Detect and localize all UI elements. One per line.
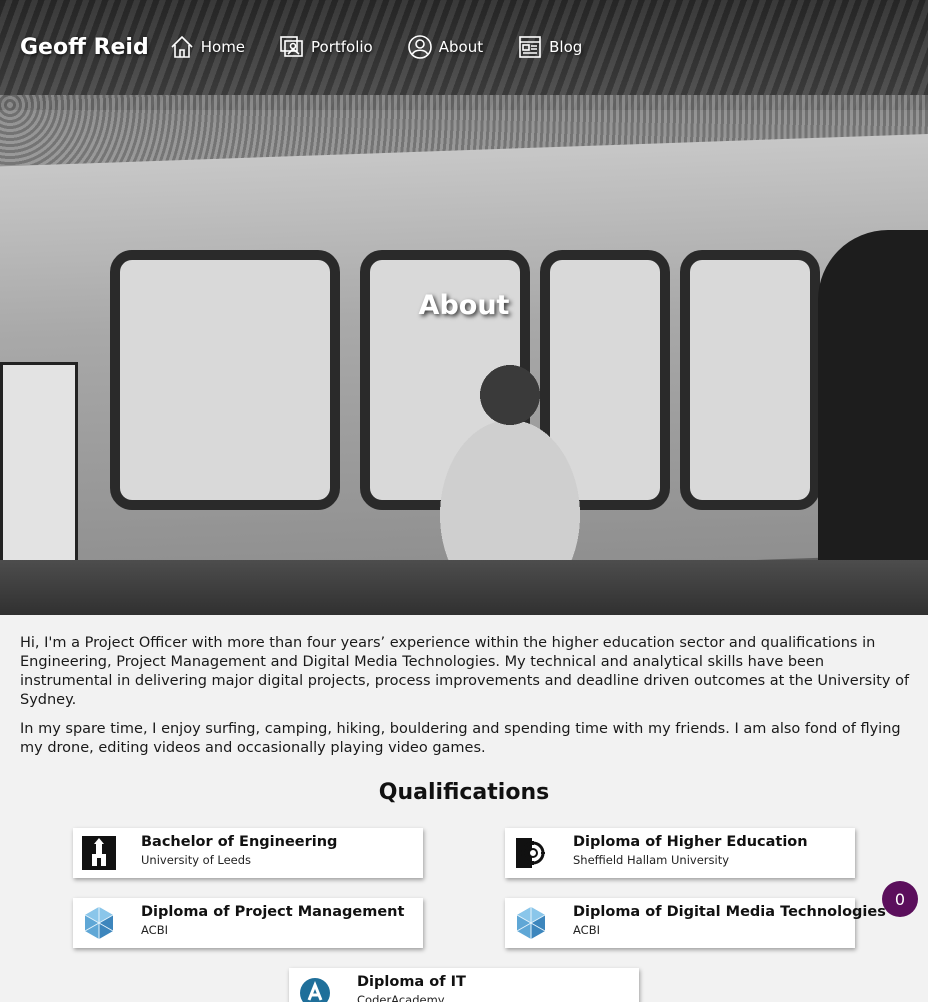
nav-item-label: About xyxy=(438,38,484,56)
sheffield-hallam-logo xyxy=(513,835,549,871)
qualification-institution: ACBI xyxy=(573,923,600,937)
hero-platform xyxy=(0,560,928,615)
intro-paragraph: Hi, I'm a Project Officer with more than… xyxy=(20,635,910,708)
brand-link[interactable]: Geoff Reid xyxy=(20,35,149,60)
qualification-institution: University of Leeds xyxy=(141,853,252,867)
intro-section: Hi, I'm a Project Officer with more than… xyxy=(20,634,910,758)
hero-wagon-sign xyxy=(0,362,78,582)
qualification-card: Diploma of Project Management ACBI xyxy=(73,898,423,948)
top-nav: Geoff Reid Home Portfolio About Blog xyxy=(20,30,616,64)
hero-banner: About xyxy=(0,0,928,615)
qualification-degree: Diploma of Digital Media Technologies xyxy=(573,904,886,920)
qualification-degree: Diploma of Higher Education xyxy=(573,834,808,850)
blog-icon xyxy=(519,36,541,58)
portfolio-icon xyxy=(280,36,303,57)
home-icon xyxy=(171,35,193,58)
nav-item-label: Blog xyxy=(549,38,583,56)
qualification-card: Diploma of IT CoderAcademy xyxy=(289,968,639,1002)
nav-item-about[interactable]: About xyxy=(407,34,483,60)
acbi-logo xyxy=(81,905,117,941)
hero-graffiti-panel xyxy=(680,250,820,510)
acbi-logo xyxy=(513,905,549,941)
nav-item-blog[interactable]: Blog xyxy=(517,34,582,60)
page-title: About xyxy=(418,290,510,321)
user-icon xyxy=(407,35,432,59)
qualification-degree: Diploma of Project Management xyxy=(141,904,405,920)
qualification-degree: Bachelor of Engineering xyxy=(141,834,338,850)
qualification-card: Diploma of Higher Education Sheffield Ha… xyxy=(505,828,855,878)
nav-item-label: Home xyxy=(200,38,246,56)
hero-graffiti-panel xyxy=(110,250,340,510)
hero-foreground-shadow xyxy=(818,230,928,615)
nav-item-label: Portfolio xyxy=(311,38,373,56)
notification-badge[interactable]: 0 xyxy=(882,881,918,917)
qualification-card: Bachelor of Engineering University of Le… xyxy=(73,828,423,878)
qualification-institution: ACBI xyxy=(141,923,168,937)
leeds-logo xyxy=(81,835,117,871)
qualification-institution: Sheffield Hallam University xyxy=(573,853,730,867)
nav-item-portfolio[interactable]: Portfolio xyxy=(279,34,373,60)
intro-paragraph: In my spare time, I enjoy surfing, campi… xyxy=(20,721,901,756)
qualification-card: Diploma of Digital Media Technologies AC… xyxy=(505,898,886,948)
coderacademy-logo xyxy=(297,975,333,1002)
nav-item-home[interactable]: Home xyxy=(169,34,245,60)
qualifications-heading: Qualifications xyxy=(378,780,550,805)
qualification-degree: Diploma of IT xyxy=(357,974,466,990)
qualification-institution: CoderAcademy xyxy=(357,993,445,1002)
